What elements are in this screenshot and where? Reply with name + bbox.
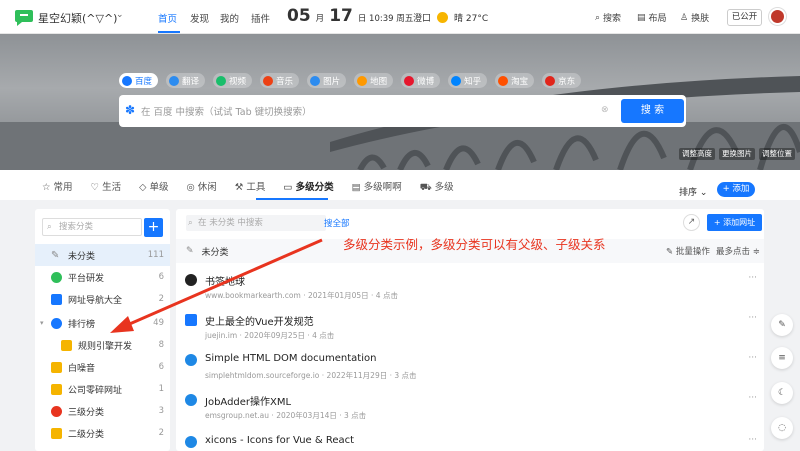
- moon-icon[interactable]: ☾: [771, 382, 793, 404]
- annotation-arrow: [110, 238, 323, 333]
- edit-icon[interactable]: ✎: [771, 314, 793, 336]
- chat-icon[interactable]: ◌: [771, 417, 793, 439]
- sort-icon[interactable]: ≡: [771, 347, 793, 369]
